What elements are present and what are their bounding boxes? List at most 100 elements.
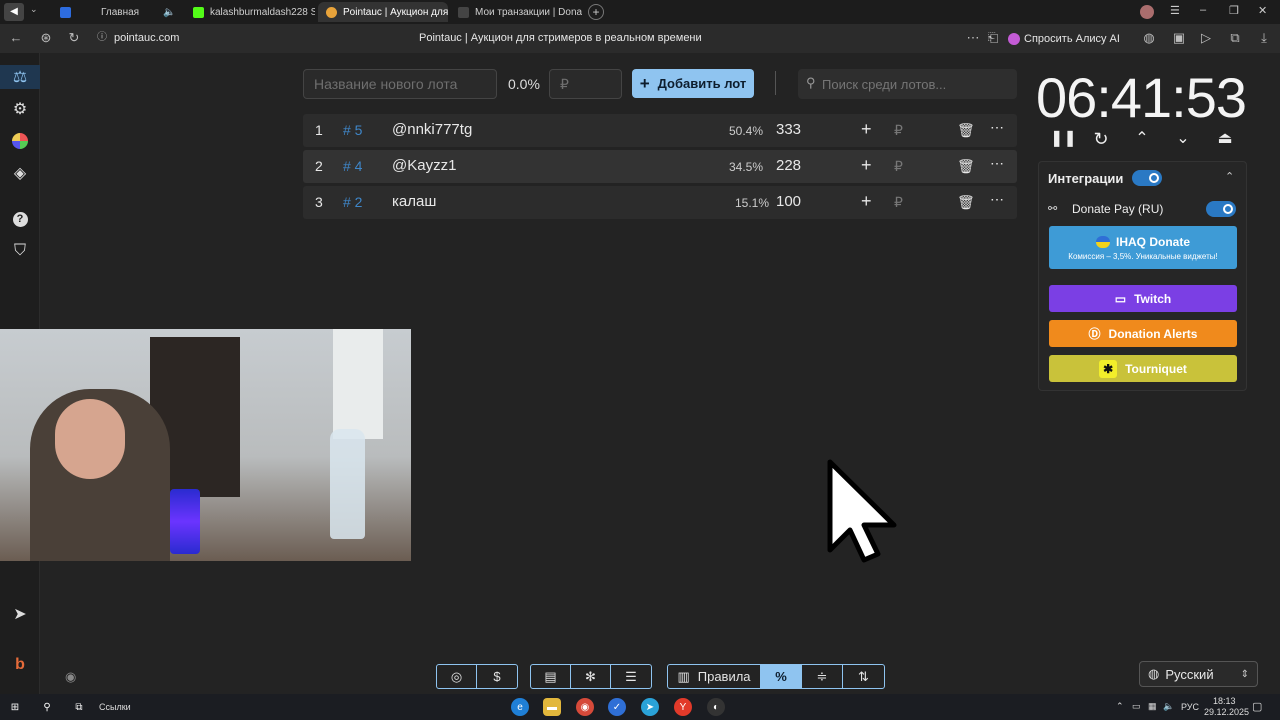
browser-menu-icon[interactable]: ◀ <box>4 3 24 21</box>
volume-icon[interactable]: 🔈 <box>1163 701 1174 712</box>
bug-icon[interactable]: ✻ <box>571 665 611 688</box>
delete-trash-icon[interactable]: 🗑 <box>957 158 975 175</box>
add-amount-plus-icon[interactable]: + <box>861 119 872 140</box>
clear-list-icon[interactable]: ☰ <box>611 665 651 688</box>
lot-name[interactable]: калаш <box>392 193 436 210</box>
notifications-icon[interactable]: ☰ <box>1170 4 1180 17</box>
ruble-icon[interactable]: ₽ <box>894 158 903 175</box>
donation-alerts-button[interactable]: Ⓓ Donation Alerts <box>1049 320 1237 347</box>
lot-amount[interactable]: 228 <box>776 157 801 174</box>
bookmark-icon[interactable]: ⎗ <box>985 30 1001 46</box>
lot-amount[interactable]: 333 <box>776 121 801 138</box>
input-language[interactable]: РУС <box>1181 702 1199 712</box>
media-icon[interactable]: ▷ <box>1198 30 1214 46</box>
wheel-icon[interactable] <box>9 130 31 152</box>
twitch-button[interactable]: ▭ Twitch <box>1049 285 1237 312</box>
reload-icon[interactable]: ↻ <box>66 30 82 46</box>
ruble-icon[interactable]: ₽ <box>894 122 903 139</box>
shield-icon[interactable]: ⛉ <box>9 240 31 262</box>
chevron-down-icon[interactable]: ⌄ <box>1173 129 1193 149</box>
chevron-up-icon[interactable]: ⌃ <box>1132 129 1152 149</box>
url-text[interactable]: pointauc.com <box>114 32 179 44</box>
back-icon[interactable]: ← <box>8 30 24 46</box>
auction-gavel-icon[interactable]: ⚖ <box>9 66 31 88</box>
new-tab-icon[interactable]: + <box>588 4 604 20</box>
language-select[interactable]: ◍ Русский ⇕ <box>1139 661 1258 687</box>
profile-avatar[interactable] <box>1140 5 1154 19</box>
dollar-icon[interactable]: $ <box>477 665 517 688</box>
site-info-icon[interactable]: ⓘ <box>94 30 110 46</box>
lot-name[interactable]: @Kayzz1 <box>392 157 456 174</box>
rules-button[interactable]: ▥ Правила <box>668 665 761 688</box>
new-lot-amount-input[interactable] <box>549 69 622 99</box>
file-explorer-icon[interactable]: ▬ <box>543 698 561 716</box>
close-window-icon[interactable]: ✕ <box>1258 4 1267 17</box>
more-menu-icon[interactable]: ⋯ <box>990 155 1004 172</box>
lot-percent: 50.4% <box>729 124 764 138</box>
edge-icon[interactable]: e <box>511 698 529 716</box>
search-input[interactable] <box>822 69 1012 99</box>
extension-icon[interactable]: ▣ <box>1171 30 1187 46</box>
checkmark-app-icon[interactable]: ✓ <box>608 698 626 716</box>
downloads-icon[interactable]: ⤓ <box>1256 30 1272 46</box>
compact-icon[interactable]: ≑ <box>802 665 843 688</box>
globe-icon[interactable]: ◍ <box>1141 30 1157 46</box>
ask-alice-button[interactable]: Спросить Алису AI <box>1008 29 1120 48</box>
collections-icon[interactable]: ⧉ <box>1227 30 1243 46</box>
help-icon[interactable]: ? <box>9 208 31 230</box>
protect-icon[interactable]: ⊛ <box>38 30 54 46</box>
delete-trash-icon[interactable]: 🗑 <box>957 194 975 211</box>
tab-list-chevron-icon[interactable]: ⌄ <box>30 4 38 15</box>
ihaq-donate-button[interactable]: IHAQ Donate Комиссия – 3,5%. Уникальные … <box>1049 226 1237 269</box>
clock-date[interactable]: 29.12.2025 <box>1204 707 1249 717</box>
telegram-icon[interactable]: ➤ <box>9 603 31 625</box>
chrome-icon[interactable]: ◉ <box>576 698 594 716</box>
notifications-icon[interactable]: ▢ <box>1252 700 1262 713</box>
add-lot-button[interactable]: + Добавить лот <box>632 69 754 98</box>
add-amount-plus-icon[interactable]: + <box>861 191 872 212</box>
lot-amount[interactable]: 100 <box>776 193 801 210</box>
pause-icon[interactable]: ❚❚ <box>1050 129 1077 149</box>
tab-donate[interactable]: Мои транзакции | Donate <box>450 2 582 22</box>
more-icon[interactable]: ⋯ <box>965 30 981 46</box>
yandex-browser-icon[interactable]: Y <box>674 698 692 716</box>
obs-icon[interactable]: ◐ <box>707 698 725 716</box>
sort-icon[interactable]: ⇅ <box>843 665 884 688</box>
ruble-icon[interactable]: ₽ <box>894 194 903 211</box>
more-menu-icon[interactable]: ⋯ <box>990 119 1004 136</box>
minimize-icon[interactable]: – <box>1200 4 1206 16</box>
delete-trash-icon[interactable]: 🗑 <box>957 122 975 139</box>
tab-kick[interactable]: kalashburmaldash228 Stre <box>185 2 315 22</box>
boosty-icon[interactable]: b <box>9 654 31 676</box>
collapse-chevron-up-icon[interactable]: ⌃ <box>1225 170 1234 183</box>
tab-label: Главная <box>101 6 140 18</box>
settings-gear-icon[interactable]: ⚙ <box>9 98 31 120</box>
add-amount-plus-icon[interactable]: + <box>861 155 872 176</box>
search-icon[interactable]: ⚲ <box>38 698 56 716</box>
clock-time[interactable]: 18:13 <box>1213 696 1236 706</box>
task-view-icon[interactable]: ⧉ <box>70 698 88 716</box>
save-icon[interactable]: ▤ <box>531 665 571 688</box>
links-toolbar-label[interactable]: Ссылки <box>99 702 131 712</box>
tourniquet-button[interactable]: ✱ Tourniquet <box>1049 355 1237 382</box>
lot-name[interactable]: @nnki777tg <box>392 121 472 138</box>
more-menu-icon[interactable]: ⋯ <box>990 191 1004 208</box>
percent-mode-button[interactable]: % <box>761 665 802 688</box>
windows-start-icon[interactable]: ⊞ <box>6 698 24 716</box>
donation-alerts-icon: Ⓓ <box>1088 327 1101 341</box>
tab-pointauc[interactable]: Pointauc | Аукцион для ✕ <box>318 2 448 22</box>
integrations-toggle[interactable] <box>1132 170 1162 186</box>
tray-app-icon[interactable]: ▭ <box>1132 701 1141 712</box>
maximize-icon[interactable]: ❐ <box>1229 4 1239 17</box>
github-icon[interactable]: ◎ <box>437 665 477 688</box>
tray-chevron-icon[interactable]: ⌃ <box>1116 701 1124 712</box>
new-lot-name-input[interactable] <box>303 69 497 99</box>
reset-icon[interactable]: ↻ <box>1091 129 1111 149</box>
double-chevron-up-icon[interactable]: ⏏ <box>1215 129 1235 149</box>
telegram-icon[interactable]: ➤ <box>641 698 659 716</box>
network-icon[interactable]: ▦ <box>1148 701 1157 712</box>
tab-home[interactable]: Главная 🔈 <box>52 2 182 22</box>
donatepay-toggle[interactable] <box>1206 201 1236 217</box>
layers-icon[interactable]: ◈ <box>9 162 31 184</box>
visibility-eye-icon[interactable]: ◉ <box>65 669 76 685</box>
